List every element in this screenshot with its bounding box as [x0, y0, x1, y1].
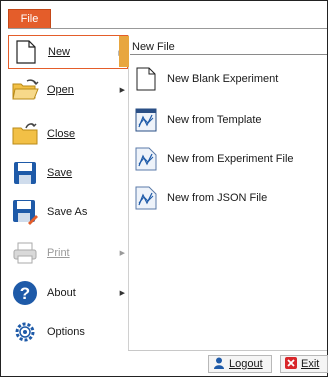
logout-label: Logout: [229, 358, 263, 370]
exit-label: Exit: [301, 358, 320, 370]
submenu-title: New File: [130, 39, 327, 55]
submenu-arrow-icon: ▶: [119, 250, 125, 257]
menu-item-options[interactable]: Options: [8, 315, 128, 349]
submenu-arrow-icon: ▶: [119, 87, 125, 94]
experiment-file-icon: [134, 145, 158, 173]
submenu-item-label: New from Template: [167, 114, 262, 126]
logout-button[interactable]: Logout: [208, 355, 272, 373]
gear-icon: [8, 317, 42, 347]
menu-item-label: New: [48, 46, 71, 58]
menu-item-new[interactable]: New ▶: [8, 35, 128, 69]
menu-item-label: Close: [47, 128, 76, 140]
floppy-disk-icon: [8, 158, 42, 188]
submenu-item-label: New from JSON File: [167, 192, 268, 204]
exit-button[interactable]: Exit: [280, 355, 328, 373]
blank-document-icon: [134, 65, 158, 93]
submenu-item-new-from-template[interactable]: New from Template: [134, 105, 262, 135]
menu-item-label: Save As: [47, 206, 88, 218]
template-icon: [134, 106, 158, 134]
menu-item-label: Open: [47, 84, 74, 96]
menu-item-label: About: [47, 287, 76, 299]
new-document-icon: [9, 37, 43, 67]
menu-item-close[interactable]: Close: [8, 117, 128, 151]
submenu-arrow-icon: ▶: [119, 290, 125, 297]
submenu-item-new-blank-experiment[interactable]: New Blank Experiment: [134, 64, 278, 94]
file-tab[interactable]: File: [8, 9, 51, 29]
close-folder-icon: [8, 119, 42, 149]
menu-item-open[interactable]: Open ▶: [8, 73, 128, 107]
json-file-icon: [134, 184, 158, 212]
ribbon-divider: [8, 28, 327, 29]
svg-text:?: ?: [20, 284, 30, 303]
menu-item-print[interactable]: Print ▶: [8, 236, 128, 270]
file-backstage-window: File New ▶ Open ▶ Close Sa: [0, 0, 328, 377]
submenu-item-new-from-experiment-file[interactable]: New from Experiment File: [134, 144, 294, 174]
menu-item-label: Options: [47, 326, 85, 338]
submenu-item-label: New Blank Experiment: [167, 73, 279, 85]
logout-icon: [213, 357, 225, 372]
save-as-icon: [8, 197, 42, 227]
backstage-sidebar: New ▶ Open ▶ Close Save Save: [8, 35, 129, 350]
menu-item-label: Print: [47, 247, 70, 259]
menu-item-about[interactable]: ? About ▶: [8, 276, 128, 310]
printer-icon: [8, 238, 42, 268]
exit-icon: [285, 356, 297, 372]
submenu-item-label: New from Experiment File: [167, 153, 294, 165]
menu-item-save-as[interactable]: Save As: [8, 195, 128, 229]
menu-item-label: Save: [47, 167, 73, 179]
help-icon: ?: [8, 278, 42, 308]
submenu-item-new-from-json-file[interactable]: New from JSON File: [134, 183, 267, 213]
footer-bar: Logout Exit: [128, 350, 328, 377]
selected-indicator: [119, 36, 129, 67]
menu-item-save[interactable]: Save: [8, 156, 128, 190]
open-folder-icon: [8, 75, 42, 105]
